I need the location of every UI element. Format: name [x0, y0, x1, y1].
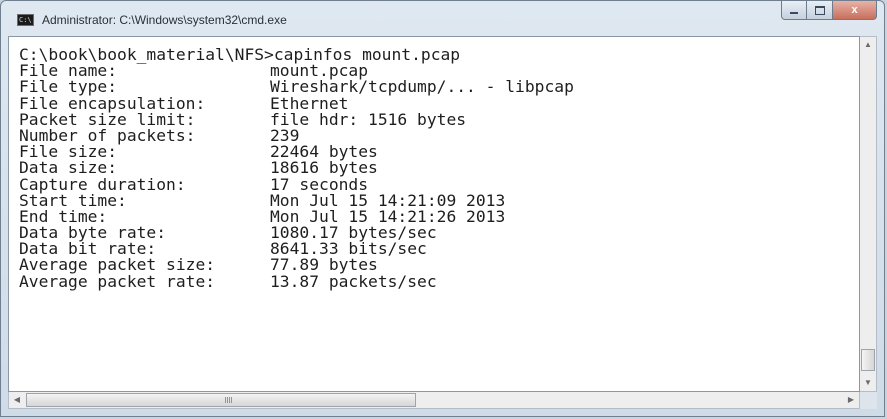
minimize-button[interactable] [781, 1, 807, 20]
scroll-up-icon[interactable]: ▲ [860, 37, 876, 53]
maximize-button[interactable] [807, 1, 833, 20]
vertical-scroll-thumb[interactable] [861, 349, 875, 371]
console-app-icon[interactable]: C:\ [17, 14, 34, 26]
title-bar[interactable]: C:\ Administrator: C:\Windows\system32\c… [1, 1, 884, 37]
close-icon: x [851, 4, 858, 16]
window-controls: x [781, 1, 877, 20]
scroll-grip-icon [225, 397, 232, 403]
scroll-down-icon[interactable]: ▼ [860, 375, 876, 391]
vertical-scrollbar[interactable]: ▲ ▼ [860, 36, 877, 392]
scrollbar-corner [860, 392, 877, 409]
scroll-left-icon[interactable]: ◀ [9, 392, 25, 408]
console-output[interactable]: C:\book\book_material\NFS>capinfos mount… [8, 36, 860, 392]
info-label: Average packet rate: [19, 271, 216, 291]
info-row: Average packet rate: 13.87 packets/sec [19, 271, 574, 291]
minimize-icon [790, 12, 798, 14]
maximize-icon [814, 5, 825, 15]
info-value: 13.87 packets/sec [270, 271, 437, 291]
horizontal-scrollbar[interactable]: ◀ ▶ [8, 392, 860, 409]
console-lines: C:\book\book_material\NFS>capinfos mount… [19, 46, 574, 291]
horizontal-scroll-thumb[interactable] [26, 393, 416, 407]
close-button[interactable]: x [833, 1, 877, 20]
window-title: Administrator: C:\Windows\system32\cmd.e… [42, 13, 287, 27]
scroll-right-icon[interactable]: ▶ [843, 392, 859, 408]
